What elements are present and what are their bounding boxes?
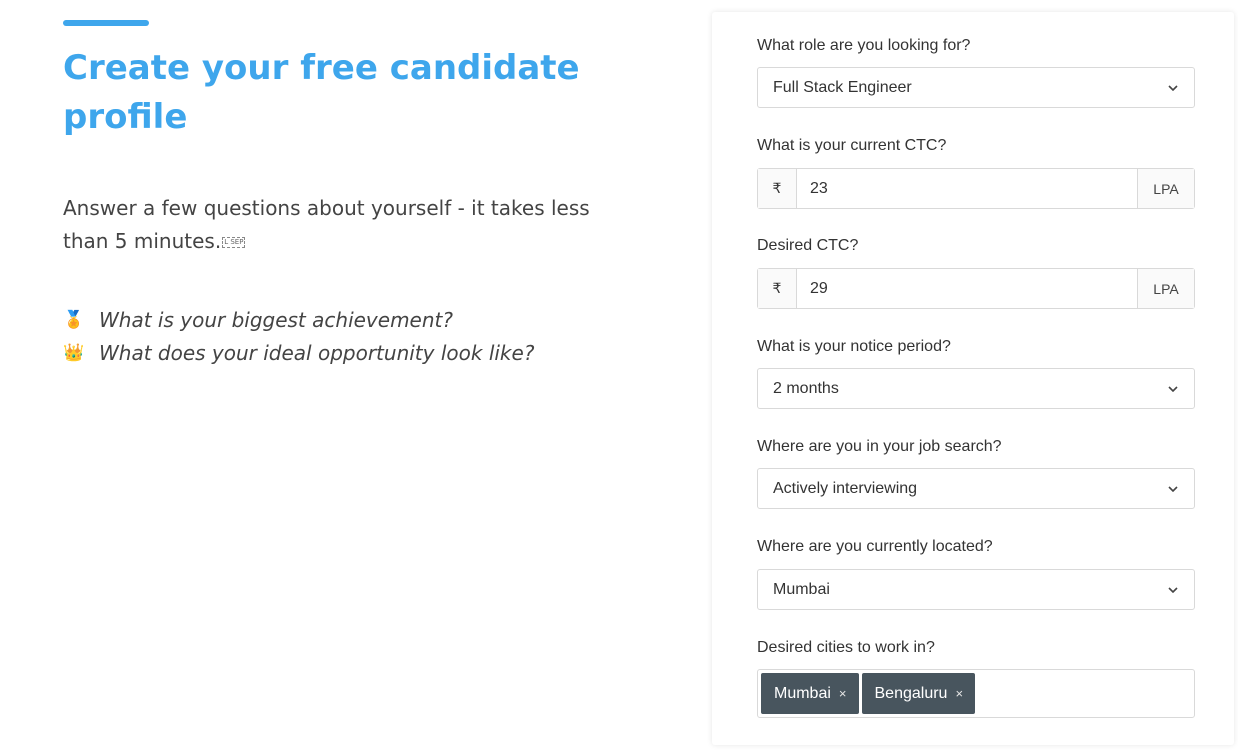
desired-ctc-label: Desired CTC? — [757, 237, 859, 254]
role-label: What role are you looking for? — [757, 37, 971, 54]
page-title: Create your free candidate profile — [63, 48, 580, 137]
question-item: 🏅 What is your biggest achievement? — [63, 303, 534, 336]
notice-period-select[interactable]: 2 months — [757, 368, 1195, 409]
desired-cities-label: Desired cities to work in? — [757, 639, 935, 656]
profile-form-card: What role are you looking for? Full Stac… — [712, 12, 1234, 745]
rupee-icon: ₹ — [758, 169, 797, 208]
accent-bar — [63, 20, 149, 26]
desired-ctc-group: ₹ LPA — [757, 268, 1195, 309]
question-text: What does your ideal opportunity look li… — [99, 340, 535, 365]
current-ctc-unit: LPA — [1137, 169, 1194, 208]
desired-cities-input[interactable]: Mumbai × Bengaluru × — [757, 669, 1195, 718]
notice-period-value: 2 months — [773, 379, 839, 397]
current-ctc-group: ₹ LPA — [757, 168, 1195, 209]
remove-tag-icon[interactable]: × — [839, 686, 847, 701]
location-select[interactable]: Mumbai — [757, 569, 1195, 610]
subtitle-text: Answer a few questions about yourself - … — [63, 196, 590, 253]
job-search-label: Where are you in your job search? — [757, 438, 1002, 455]
medal-icon: 🏅 — [63, 309, 85, 330]
role-select-value: Full Stack Engineer — [773, 78, 912, 96]
chevron-down-icon — [1168, 385, 1178, 392]
page-subtitle: Answer a few questions about yourself - … — [63, 192, 623, 258]
question-item: 👑 What does your ideal opportunity look … — [63, 336, 534, 369]
line-separator-glyph: L SEP — [222, 237, 246, 248]
chevron-down-icon — [1168, 485, 1178, 492]
question-list: 🏅 What is your biggest achievement? 👑 Wh… — [63, 303, 534, 369]
crown-icon: 👑 — [63, 342, 85, 363]
city-tag: Mumbai × — [761, 673, 859, 714]
city-tag: Bengaluru × — [861, 673, 976, 714]
city-tag-label: Mumbai — [774, 684, 831, 702]
remove-tag-icon[interactable]: × — [955, 686, 963, 701]
current-ctc-input[interactable] — [797, 169, 1137, 208]
chevron-down-icon — [1168, 586, 1178, 593]
question-text: What is your biggest achievement? — [99, 307, 453, 332]
desired-ctc-input[interactable] — [797, 269, 1137, 308]
location-label: Where are you currently located? — [757, 538, 993, 555]
desired-ctc-unit: LPA — [1137, 269, 1194, 308]
current-ctc-label: What is your current CTC? — [757, 137, 947, 154]
location-value: Mumbai — [773, 580, 830, 598]
chevron-down-icon — [1168, 84, 1178, 91]
job-search-select[interactable]: Actively interviewing — [757, 468, 1195, 509]
role-select[interactable]: Full Stack Engineer — [757, 67, 1195, 108]
notice-period-label: What is your notice period? — [757, 338, 951, 355]
job-search-value: Actively interviewing — [773, 479, 918, 497]
rupee-icon: ₹ — [758, 269, 797, 308]
city-tag-label: Bengaluru — [874, 684, 948, 702]
